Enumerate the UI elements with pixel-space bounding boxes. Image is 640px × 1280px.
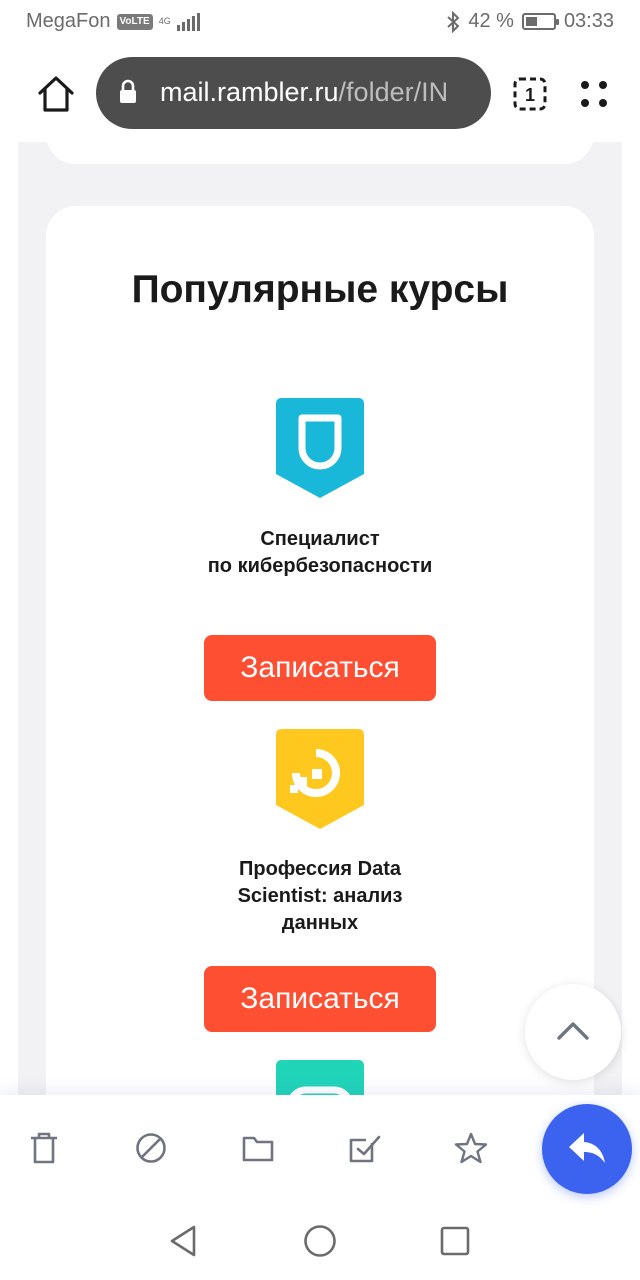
star-icon [454,1132,488,1164]
next-course-logo-icon [276,1060,364,1095]
browser-toolbar: mail.rambler.ru/folder/IN 1 [0,44,640,142]
email-body: Популярные курсы Специалист по кибербезо… [18,142,622,1095]
lock-icon [120,79,136,103]
status-bar: MegaFon VoLTE 4G 42 % 03:33 [0,0,640,44]
home-icon [38,76,74,112]
battery-icon [521,13,559,30]
trash-icon [31,1132,57,1164]
clock: 03:33 [563,10,614,32]
move-to-folder-button[interactable] [241,1131,275,1165]
nav-back-button[interactable] [166,1223,202,1259]
address-bar[interactable]: mail.rambler.ru/folder/IN [96,57,491,129]
course-name-line: Специалист [260,528,380,550]
volte-badge: VoLTE [116,13,153,30]
popular-courses-card: Популярные курсы Специалист по кибербезо… [46,206,594,1095]
nav-recents-button[interactable] [437,1223,473,1259]
spam-button[interactable] [134,1131,168,1165]
data-science-logo-icon [276,729,364,829]
network-type: 4G [158,16,171,26]
section-title: Популярные курсы [131,268,509,311]
tabs-icon: 1 [513,77,547,111]
folder-icon [242,1136,274,1162]
bluetooth-icon [447,10,460,33]
back-triangle-icon [170,1225,196,1257]
browser-home-button[interactable] [34,72,78,116]
course-name-line: Scientist: анализ [237,885,403,907]
tabs-button[interactable]: 1 [512,76,548,112]
home-circle-icon [304,1225,336,1257]
nav-home-button[interactable] [302,1223,338,1259]
course-name-line: Профессия Data [238,858,402,880]
url-domain: mail.rambler.ru [160,77,339,107]
enroll-button[interactable]: Записаться [204,635,436,701]
status-right: 42 % 03:33 [446,10,614,33]
spam-block-icon [136,1133,166,1163]
dots-menu-icon [581,81,607,107]
reply-icon [569,1133,605,1163]
course-name: Специалист по кибербезопасности [120,526,520,580]
mark-read-icon [349,1135,381,1163]
url-text: mail.rambler.ru/folder/IN [160,77,476,108]
course-name-line: данных [281,912,359,934]
previous-card [46,142,594,164]
cybersecurity-logo-icon [276,398,364,498]
browser-menu-button[interactable] [578,78,610,110]
battery-percent: 42 % [468,10,514,32]
favorite-button[interactable] [454,1131,488,1165]
course-name-line: по кибербезопасности [207,555,433,577]
system-navigation-bar [0,1205,640,1280]
reply-button[interactable] [542,1104,632,1194]
recents-square-icon [440,1226,470,1256]
url-path: /folder/IN [338,77,449,107]
enroll-button[interactable]: Записаться [204,966,436,1032]
delete-button[interactable] [27,1131,61,1165]
chevron-up-icon [557,1022,589,1040]
status-left: MegaFon VoLTE 4G [26,10,200,33]
signal-icon [176,12,200,31]
carrier-name: MegaFon [26,10,111,32]
course-name: Профессия Data Scientist: анализ данных [120,856,520,937]
scroll-to-top-button[interactable] [525,984,621,1080]
tab-count: 1 [525,85,535,105]
mark-read-button[interactable] [348,1131,382,1165]
